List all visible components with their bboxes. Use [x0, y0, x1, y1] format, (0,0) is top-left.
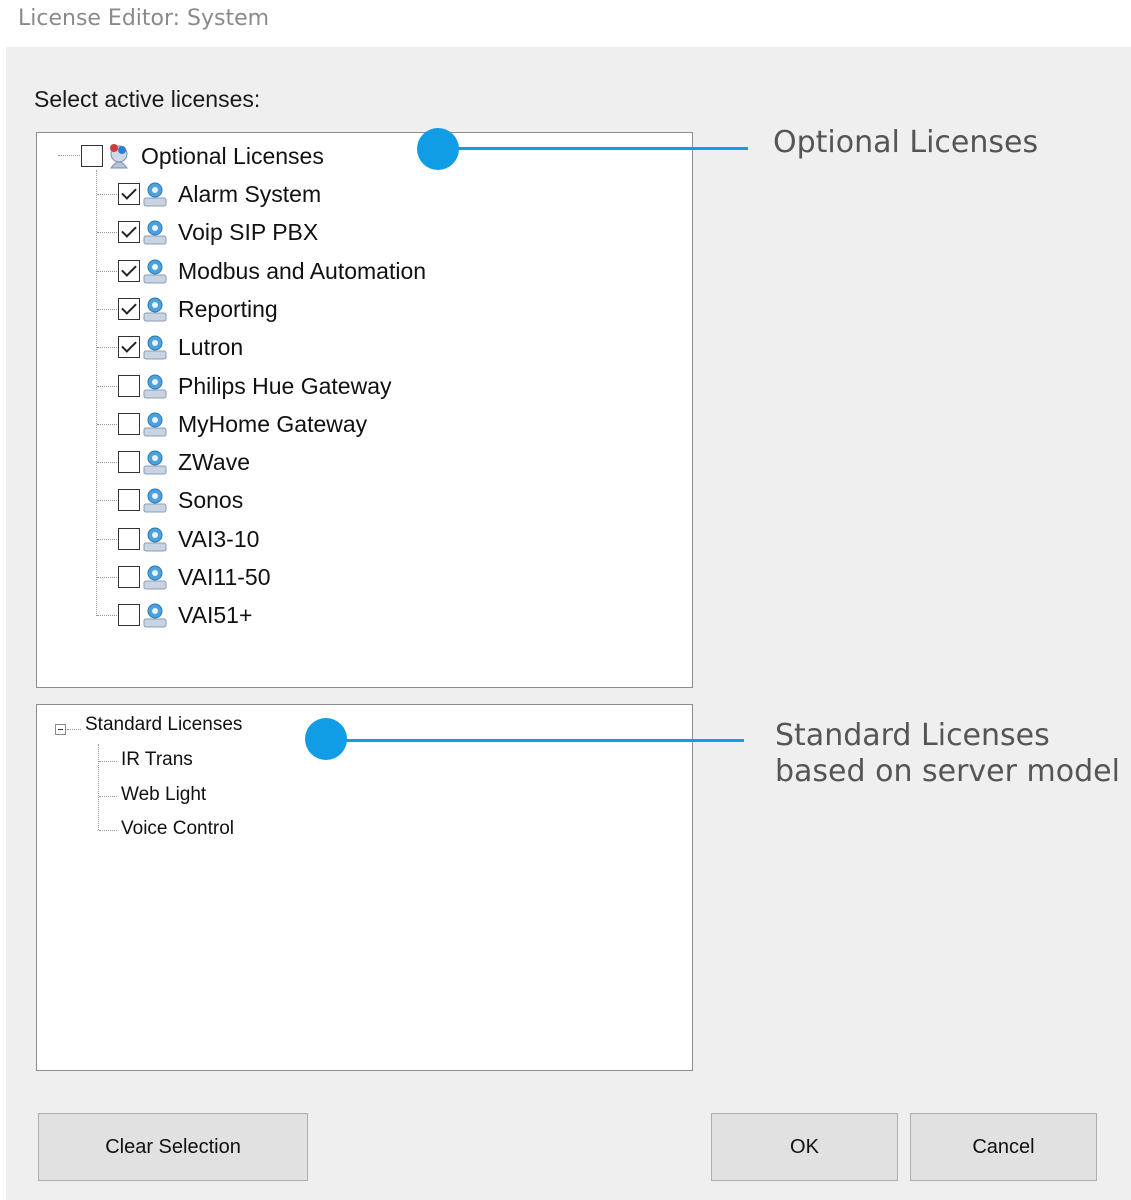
- license-user-icon: [143, 374, 167, 399]
- clear-selection-button[interactable]: Clear Selection: [38, 1113, 308, 1181]
- license-item[interactable]: Sonos: [118, 483, 243, 517]
- license-item[interactable]: Philips Hue Gateway: [118, 369, 392, 403]
- tree-connector: [97, 232, 117, 233]
- license-checkbox[interactable]: [118, 451, 140, 473]
- tree-connector: [97, 462, 117, 463]
- tree-connector: [96, 170, 97, 616]
- callout-label-standard-line2: based on server model: [775, 754, 1120, 789]
- license-checkbox[interactable]: [118, 566, 140, 588]
- license-label: Alarm System: [178, 180, 322, 207]
- collapse-toggle-icon[interactable]: [55, 724, 66, 735]
- tree-connector: [97, 271, 117, 272]
- license-checkbox[interactable]: [118, 604, 140, 626]
- standard-license-item[interactable]: Voice Control: [121, 818, 234, 840]
- license-user-icon: [143, 220, 167, 245]
- license-label: Sonos: [178, 486, 244, 513]
- tree-connector: [97, 539, 117, 540]
- tree-connector: [97, 577, 117, 578]
- license-checkbox[interactable]: [118, 489, 140, 511]
- license-checkbox[interactable]: [118, 298, 140, 320]
- callout-marker-standard: [305, 718, 347, 760]
- license-label: ZWave: [178, 448, 250, 475]
- callout-label-standard-line1: Standard Licenses: [775, 718, 1050, 753]
- license-checkbox[interactable]: [118, 375, 140, 397]
- tree-node-standard-licenses[interactable]: Standard Licenses: [85, 714, 242, 736]
- license-item[interactable]: Reporting: [118, 292, 278, 326]
- tree-connector: [97, 424, 117, 425]
- license-checkbox[interactable]: [118, 336, 140, 358]
- tree-connector: [67, 729, 81, 730]
- license-item[interactable]: VAI51+: [118, 598, 252, 632]
- tree-connector: [97, 347, 117, 348]
- tree-connector: [58, 155, 80, 156]
- callout-line-standard: [326, 739, 744, 742]
- license-label: Philips Hue Gateway: [178, 372, 392, 399]
- license-user-icon: [143, 565, 167, 590]
- optional-licenses-checkbox[interactable]: [81, 145, 103, 167]
- ok-button[interactable]: OK: [711, 1113, 898, 1181]
- license-checkbox[interactable]: [118, 413, 140, 435]
- license-label: VAI11-50: [178, 563, 271, 590]
- callout-label-standard: Standard Licenses based on server model: [775, 718, 1120, 790]
- license-checkbox[interactable]: [118, 528, 140, 550]
- license-label: VAI3-10: [178, 525, 260, 552]
- callout-line-optional: [440, 147, 748, 150]
- license-user-icon: [143, 259, 167, 284]
- callout-marker-optional: [417, 128, 459, 170]
- license-label: VAI51+: [178, 601, 253, 628]
- license-label: Lutron: [178, 333, 244, 360]
- license-user-icon: [143, 182, 167, 207]
- license-checkbox[interactable]: [118, 221, 140, 243]
- license-label: Modbus and Automation: [178, 257, 427, 284]
- tree-connector: [99, 761, 117, 762]
- license-item[interactable]: MyHome Gateway: [118, 407, 367, 441]
- license-group-icon: [110, 144, 128, 169]
- license-user-icon: [143, 488, 167, 513]
- select-licenses-prompt: Select active licenses:: [34, 86, 261, 112]
- license-user-icon: [143, 603, 167, 628]
- license-user-icon: [143, 335, 167, 360]
- cancel-button[interactable]: Cancel: [910, 1113, 1097, 1181]
- tree-connector: [99, 796, 117, 797]
- callout-label-optional: Optional Licenses: [773, 125, 1039, 160]
- license-user-icon: [143, 450, 167, 475]
- tree-connector: [97, 500, 117, 501]
- license-item[interactable]: VAI3-10: [118, 522, 259, 556]
- tree-connector: [97, 386, 117, 387]
- tree-connector: [97, 309, 117, 310]
- standard-license-item[interactable]: Web Light: [121, 784, 206, 806]
- license-label: Reporting: [178, 295, 278, 322]
- tree-connector: [98, 744, 99, 830]
- tree-connector: [97, 615, 117, 616]
- license-item[interactable]: Modbus and Automation: [118, 254, 426, 288]
- tree-node-label: Optional Licenses: [141, 142, 324, 169]
- standard-license-item[interactable]: IR Trans: [121, 749, 193, 771]
- license-item[interactable]: ZWave: [118, 445, 250, 479]
- license-item[interactable]: Lutron: [118, 330, 243, 364]
- license-user-icon: [143, 412, 167, 437]
- window-title: License Editor: System: [18, 6, 270, 31]
- tree-connector: [99, 830, 117, 831]
- tree-connector: [97, 194, 117, 195]
- license-checkbox[interactable]: [118, 260, 140, 282]
- license-item[interactable]: VAI11-50: [118, 560, 270, 594]
- license-label: Voip SIP PBX: [178, 218, 319, 245]
- tree-node-optional-licenses[interactable]: Optional Licenses: [81, 139, 324, 173]
- license-user-icon: [143, 527, 167, 552]
- license-user-icon: [143, 297, 167, 322]
- license-checkbox[interactable]: [118, 183, 140, 205]
- license-item[interactable]: Voip SIP PBX: [118, 215, 318, 249]
- license-item[interactable]: Alarm System: [118, 177, 321, 211]
- license-label: MyHome Gateway: [178, 410, 368, 437]
